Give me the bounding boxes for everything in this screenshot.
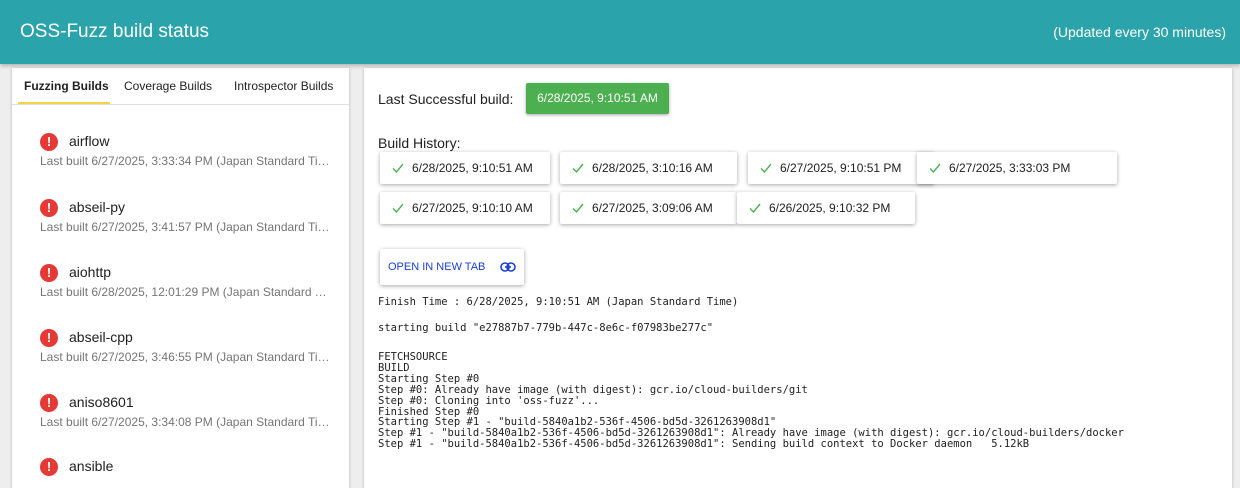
check-icon xyxy=(392,163,404,174)
project-name: ansible xyxy=(69,458,114,474)
page-title: OSS-Fuzz build status xyxy=(20,21,210,42)
update-frequency-note: (Updated every 30 minutes) xyxy=(1053,24,1226,40)
build-history-label: Build History: xyxy=(378,135,461,151)
check-icon xyxy=(572,203,584,214)
project-last-built: Last built 6/27/2025, 3:41:57 PM (Japan … xyxy=(40,220,332,234)
check-icon xyxy=(760,163,772,174)
history-build-date: 6/28/2025, 9:10:51 AM xyxy=(412,161,533,175)
last-successful-label: Last Successful build: xyxy=(378,91,514,107)
project-last-built: Last built 6/27/2025, 3:33:34 PM (Japan … xyxy=(40,154,332,168)
last-successful-build-chip[interactable]: 6/28/2025, 9:10:51 AM xyxy=(526,83,669,114)
project-last-built: Last built 6/27/2025, 3:34:08 PM (Japan … xyxy=(40,415,332,429)
history-build-button[interactable]: 6/27/2025, 9:10:10 AM xyxy=(380,192,550,224)
history-build-date: 6/27/2025, 3:09:06 AM xyxy=(592,201,713,215)
history-build-button[interactable]: 6/26/2025, 9:10:32 PM xyxy=(737,192,915,224)
error-icon: ! xyxy=(40,458,58,476)
project-name: airflow xyxy=(69,133,110,149)
error-icon: ! xyxy=(40,133,58,151)
history-build-date: 6/27/2025, 9:10:51 PM xyxy=(780,161,902,175)
open-in-new-tab-label: OPEN IN NEW TAB xyxy=(388,261,486,273)
history-build-date: 6/28/2025, 3:10:16 AM xyxy=(592,161,713,175)
finish-time: Finish Time : 6/28/2025, 9:10:51 AM (Jap… xyxy=(378,296,739,308)
log-line: Step #0: Cloning into 'oss-fuzz'... xyxy=(378,394,600,407)
tab-coverage-builds[interactable]: Coverage Builds xyxy=(124,79,212,93)
history-build-button[interactable]: 6/27/2025, 3:33:03 PM xyxy=(917,152,1117,184)
history-build-date: 6/27/2025, 3:33:03 PM xyxy=(949,161,1071,175)
error-icon: ! xyxy=(40,329,58,347)
history-build-button[interactable]: 6/28/2025, 9:10:51 AM xyxy=(380,152,550,184)
project-last-built: Last built 6/27/2025, 3:46:55 PM (Japan … xyxy=(40,350,332,364)
build-detail-panel: Last Successful build: 6/28/2025, 9:10:5… xyxy=(364,68,1232,488)
starting-build-line: starting build "e27887b7-779b-447c-8e6c-… xyxy=(378,322,714,334)
check-icon xyxy=(749,203,761,214)
error-icon: ! xyxy=(40,264,58,282)
log-line: Step #1 - "build-5840a1b2-536f-4506-bd5d… xyxy=(378,438,1030,451)
link-icon xyxy=(500,262,516,272)
check-icon xyxy=(572,163,584,174)
history-build-date: 6/26/2025, 9:10:32 PM xyxy=(769,201,891,215)
history-build-button[interactable]: 6/27/2025, 3:09:06 AM xyxy=(560,192,737,224)
build-type-tabs: Fuzzing Builds Coverage Builds Introspec… xyxy=(12,68,349,105)
check-icon xyxy=(392,203,404,214)
projects-panel: Fuzzing Builds Coverage Builds Introspec… xyxy=(12,68,349,488)
tab-introspector-builds[interactable]: Introspector Builds xyxy=(234,79,333,93)
active-tab-indicator xyxy=(18,102,110,104)
history-build-button[interactable]: 6/27/2025, 9:10:51 PM xyxy=(748,152,934,184)
error-icon: ! xyxy=(40,199,58,217)
project-name: aiohttp xyxy=(69,264,112,280)
check-icon xyxy=(929,163,941,174)
tab-fuzzing-builds[interactable]: Fuzzing Builds xyxy=(24,79,109,93)
open-in-new-tab-button[interactable]: OPEN IN NEW TAB xyxy=(380,249,524,285)
history-build-button[interactable]: 6/28/2025, 3:10:16 AM xyxy=(560,152,737,184)
log-line: Step #0: Already have image (with digest… xyxy=(378,383,808,396)
project-name: abseil-cpp xyxy=(69,329,133,345)
error-icon: ! xyxy=(40,394,58,412)
project-name: aniso8601 xyxy=(69,394,134,410)
history-build-date: 6/27/2025, 9:10:10 AM xyxy=(412,201,533,215)
project-last-built: Last built 6/28/2025, 12:01:29 PM (Japan… xyxy=(40,285,332,299)
project-name: abseil-py xyxy=(69,199,126,215)
app-header: OSS-Fuzz build status (Updated every 30 … xyxy=(0,0,1240,64)
